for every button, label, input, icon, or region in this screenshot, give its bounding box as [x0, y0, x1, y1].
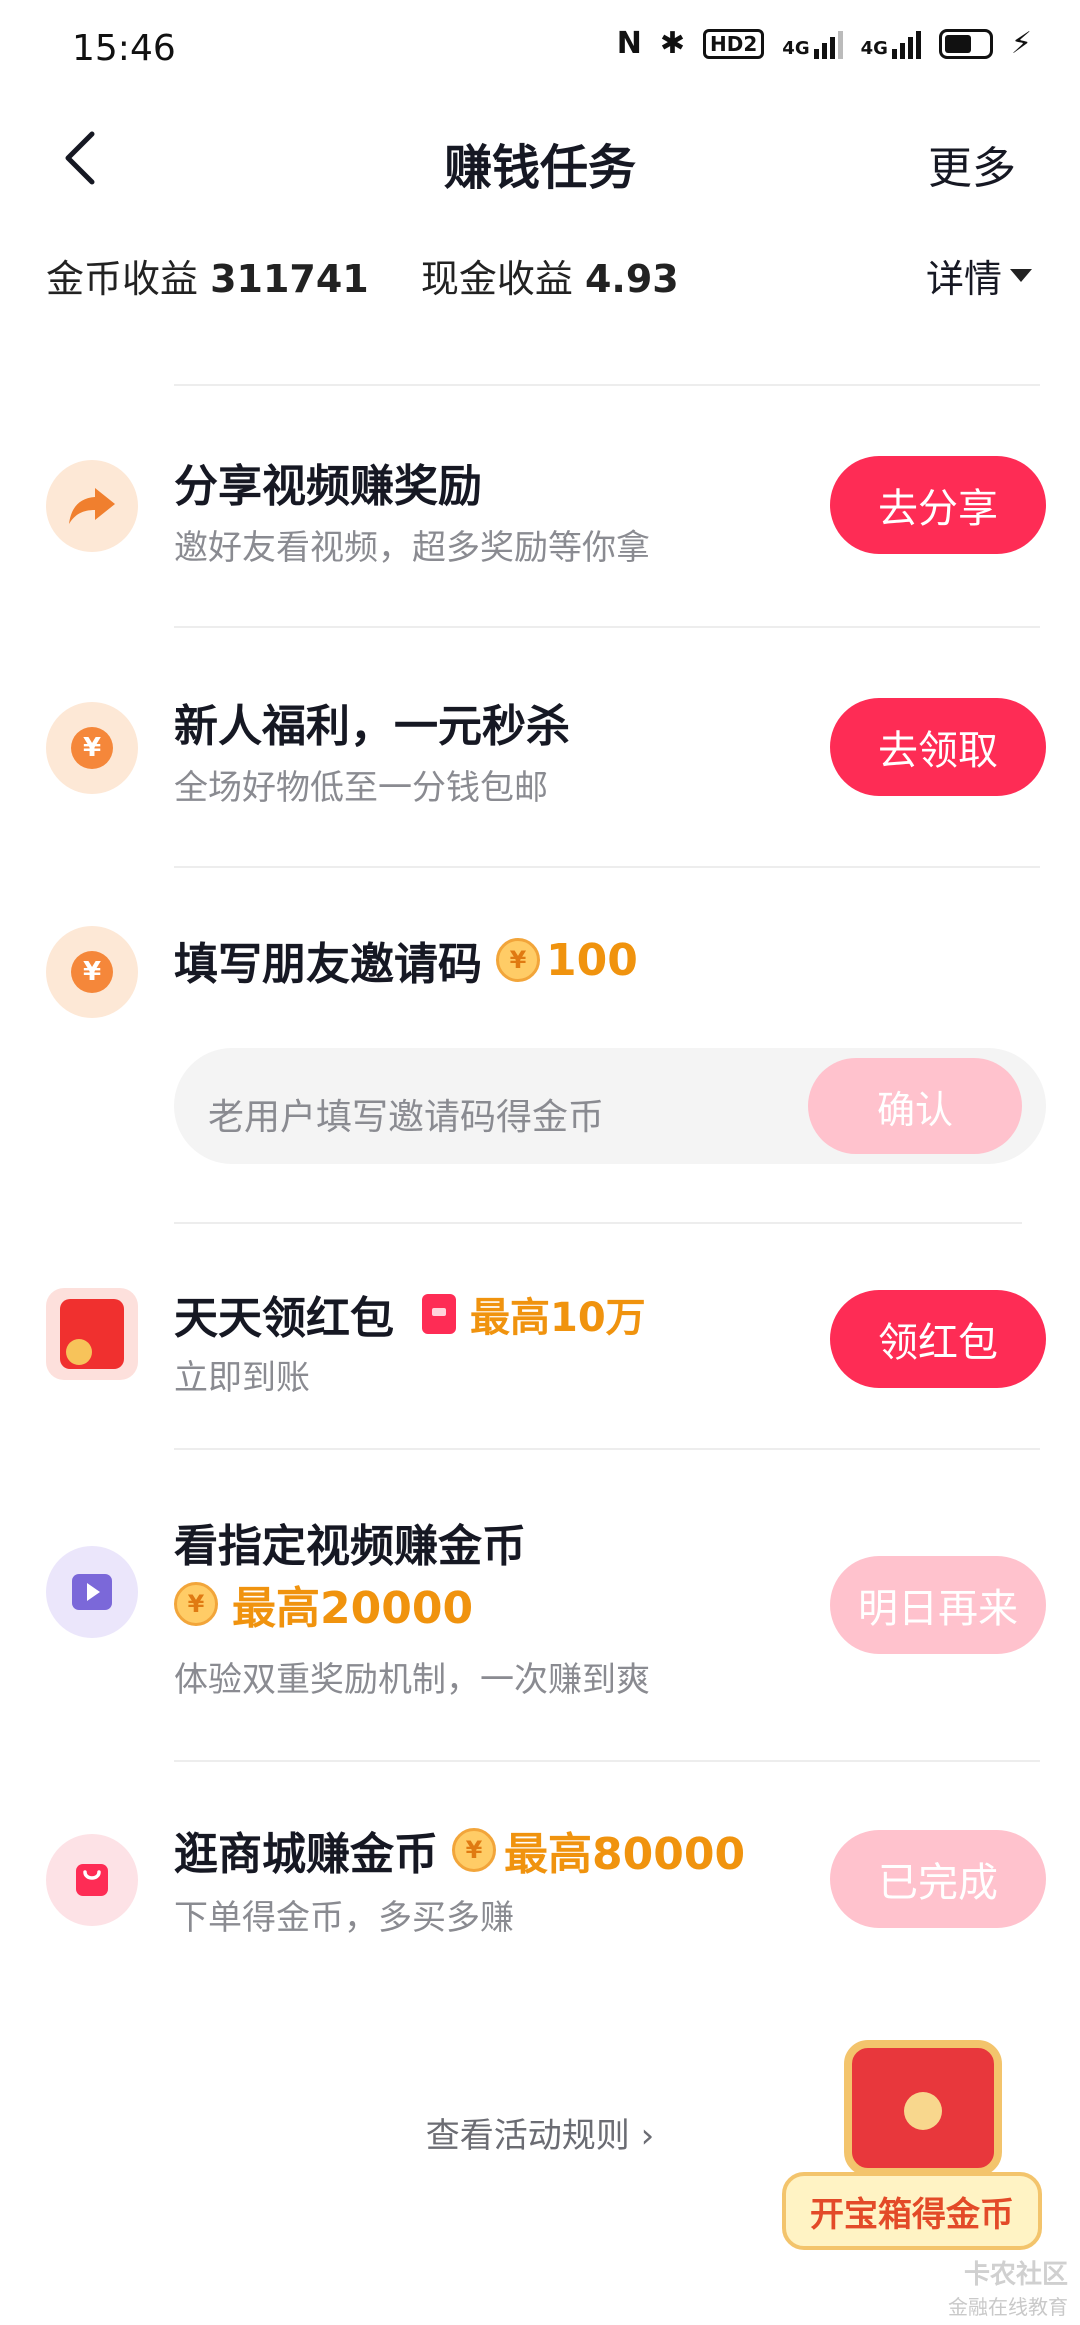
caret-down-icon — [1010, 269, 1032, 282]
red-envelope-title-text: 天天领红包 — [174, 1293, 394, 1344]
divider — [174, 626, 1040, 628]
earnings-summary: 金币收益 311741 现金收益 4.93 — [46, 248, 719, 303]
more-button[interactable]: 更多 — [928, 132, 1016, 196]
status-icons: N ✱ HD2 4G 4G ⚡ — [617, 26, 1032, 61]
coin-icon: ¥ — [496, 938, 540, 982]
share-arrow-icon — [46, 460, 138, 552]
coin-earnings-label: 金币收益 — [46, 257, 199, 301]
charging-icon: ⚡ — [1010, 26, 1032, 61]
mall-reward: 最高80000 — [504, 1829, 746, 1880]
video-reward: 最高20000 — [232, 1583, 474, 1634]
treasure-chest-label: 开宝箱得金币 — [782, 2172, 1042, 2250]
task-desc-share: 邀好友看视频，超多奖励等你拿 — [174, 528, 650, 568]
coin-icon: ¥ — [452, 1828, 496, 1872]
task-title-invite: 填写朋友邀请码 ¥ 100 — [174, 928, 638, 992]
claim-button[interactable]: 去领取 — [830, 698, 1046, 796]
yuan-coin-icon: ¥ — [46, 926, 138, 1018]
task-desc-video: 体验双重奖励机制，一次赚到爽 — [174, 1660, 650, 1700]
watermark-sub: 金融在线教育 — [948, 2295, 1068, 2319]
share-button[interactable]: 去分享 — [830, 456, 1046, 554]
confirm-button[interactable]: 确认 — [808, 1058, 1022, 1154]
task-title-red-envelope: 天天领红包 最高10万 — [174, 1282, 646, 1346]
treasure-chest-widget[interactable]: 开宝箱得金币 — [782, 2040, 1052, 2270]
task-desc-mall: 下单得金币，多买多赚 — [174, 1898, 514, 1938]
video-play-icon — [46, 1546, 138, 1638]
red-envelope-reward: 最高10万 — [470, 1295, 646, 1341]
divider — [174, 1448, 1040, 1450]
cash-earnings-label: 现金收益 — [420, 257, 573, 301]
divider — [174, 1760, 1040, 1762]
task-title-mall: 逛商城赚金币 ¥ 最高80000 — [174, 1818, 745, 1882]
chest-lock-icon — [904, 2092, 942, 2130]
divider — [174, 384, 1040, 386]
battery-icon — [938, 28, 993, 59]
detail-dropdown[interactable]: 详情 — [926, 248, 1032, 303]
invite-title-text: 填写朋友邀请码 — [174, 939, 482, 990]
coin-icon: ¥ — [174, 1582, 218, 1626]
completed-button[interactable]: 已完成 — [830, 1830, 1046, 1928]
come-back-tomorrow-button[interactable]: 明日再来 — [830, 1556, 1046, 1654]
task-title-video: 看指定视频赚金币 — [174, 1521, 526, 1572]
invite-code-placeholder: 老用户填写邀请码得金币 — [208, 1097, 605, 1138]
signal-4g-icon-2: 4G — [861, 29, 921, 59]
invite-reward: 100 — [546, 934, 638, 986]
coin-earnings-value: 311741 — [210, 257, 369, 301]
get-red-envelope-button[interactable]: 领红包 — [830, 1290, 1046, 1388]
mini-red-envelope-icon — [422, 1294, 456, 1334]
task-title-share: 分享视频赚奖励 — [174, 461, 482, 512]
signal-4g-icon: 4G — [782, 29, 843, 59]
watermark: 卡农社区 金融在线教育 — [948, 2254, 1068, 2320]
page-title: 赚钱任务 — [443, 140, 636, 196]
red-envelope-icon — [46, 1288, 138, 1380]
watermark-name: 卡农社区 — [963, 2260, 1068, 2290]
mall-title-text: 逛商城赚金币 — [174, 1829, 438, 1880]
divider — [174, 1222, 1022, 1224]
yuan-coin-icon: ¥ — [46, 702, 138, 794]
task-desc-newcomer: 全场好物低至一分钱包邮 — [174, 768, 548, 808]
cash-earnings-value: 4.93 — [584, 257, 679, 301]
divider — [174, 866, 1040, 868]
detail-label: 详情 — [925, 257, 1002, 301]
hd-voice-icon: HD2 — [703, 28, 765, 59]
task-desc-red-envelope: 立即到账 — [174, 1358, 310, 1398]
nfc-icon: N — [616, 26, 642, 61]
video-reward-row: ¥ 最高20000 — [174, 1572, 473, 1636]
bluetooth-icon: ✱ — [659, 26, 686, 61]
task-title-newcomer: 新人福利，一元秒杀 — [174, 701, 570, 752]
shopping-bag-icon — [46, 1834, 138, 1926]
status-time: 15:46 — [72, 28, 176, 69]
